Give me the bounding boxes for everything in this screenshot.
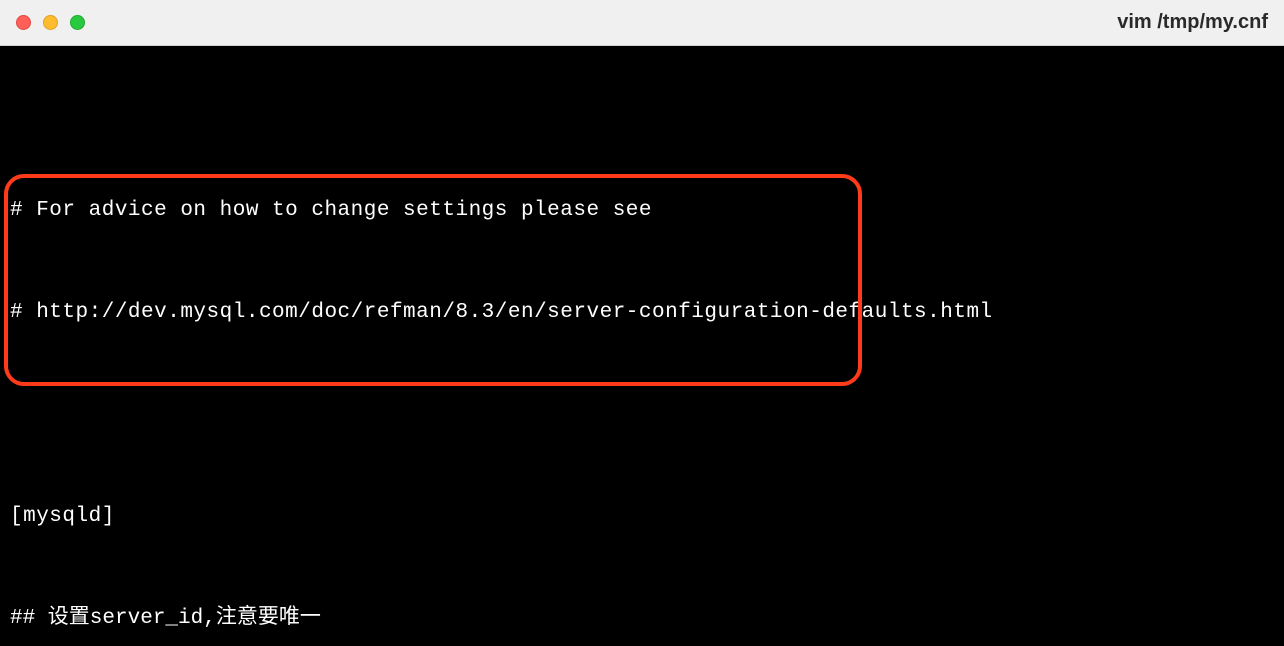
close-button[interactable] bbox=[16, 15, 31, 30]
window-controls bbox=[16, 15, 85, 30]
zoom-button[interactable] bbox=[70, 15, 85, 30]
terminal-editor[interactable]: # For advice on how to change settings p… bbox=[0, 46, 1284, 646]
file-content: # For advice on how to change settings p… bbox=[10, 126, 1274, 646]
minimize-button[interactable] bbox=[43, 15, 58, 30]
code-line: [mysqld] bbox=[10, 500, 1274, 534]
window-titlebar: vim /tmp/my.cnf bbox=[0, 0, 1284, 46]
code-line bbox=[10, 398, 1274, 432]
code-line: # For advice on how to change settings p… bbox=[10, 194, 1274, 228]
code-line: # http://dev.mysql.com/doc/refman/8.3/en… bbox=[10, 296, 1274, 330]
code-line: ## 设置server_id,注意要唯一 bbox=[10, 602, 1274, 636]
window-title: vim /tmp/my.cnf bbox=[1117, 11, 1268, 34]
